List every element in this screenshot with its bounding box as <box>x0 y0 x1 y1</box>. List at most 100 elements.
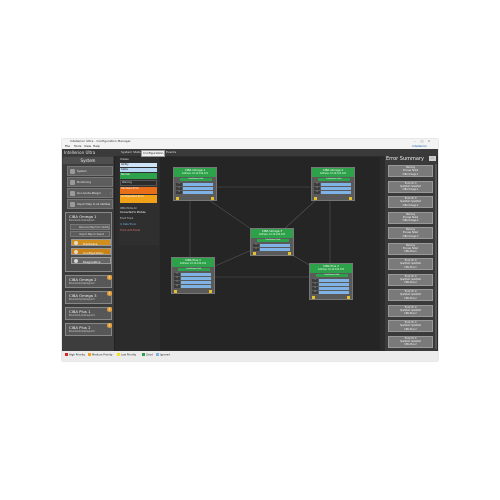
connector-left[interactable] <box>312 296 315 299</box>
port-value-bar <box>183 183 213 186</box>
hardware-icon <box>74 241 78 245</box>
error-card[interactable]: Trunk ID: 0 Spell/Set: Spell/Set CIBA Plus… <box>388 335 433 348</box>
device-tab-configuration[interactable]: Configuration <box>71 248 111 255</box>
device-ciba-omega-3[interactable]: CIBA Omega 3 Boarder3/Alpha/pin3 ! <box>65 291 112 304</box>
sidebar-item-go-live[interactable]: Go Live Re-Merger › <box>67 188 113 198</box>
device-path: Boarder2/Alpha/pin2 <box>69 282 95 285</box>
collapse-panel-button[interactable]: ‹› <box>429 156 436 161</box>
connector-right[interactable] <box>349 197 352 200</box>
error-card[interactable]: Trunk ID: 0 Spell/Set: Spell/Set CIBA Omeg… <box>388 196 433 208</box>
connector-left[interactable] <box>174 290 177 293</box>
connector-right[interactable] <box>211 197 214 200</box>
error-card-line: CIBA Plus 1 <box>404 265 417 269</box>
port-value-bar <box>321 187 351 190</box>
connector-left[interactable] <box>314 197 317 200</box>
device-path: Boarder1/Alpha/pin4 <box>69 314 95 317</box>
device-tab-diagnostics[interactable]: Diagnostics <box>71 257 111 264</box>
topology-canvas[interactable]: CIBA Omega 1 Address: 10.10.100.101 Inte… <box>160 157 380 350</box>
port-number: 1 <box>174 273 180 276</box>
error-card[interactable]: Warning Process Failed CIBA Plus 1 <box>388 242 433 255</box>
legend-cable: Cable <box>120 168 157 172</box>
node-mode: Intellerion Unit <box>257 239 289 242</box>
device-path: Boarder2/Alpha/pin5 <box>69 330 95 333</box>
port-value-bar <box>321 191 351 194</box>
connector-left[interactable] <box>253 252 256 255</box>
error-card[interactable]: Trunk ID: 0 Spell/Set: Spell/Set CIBA Omeg… <box>388 180 433 193</box>
sidebar-item-import-map[interactable]: Import Map to all Abilities <box>67 199 113 209</box>
node-mode: Intellerion Unit <box>178 268 210 271</box>
legend-note-front-trunk: Front Trunk <box>120 217 134 220</box>
alert-badge: ! <box>107 323 112 328</box>
sidebar-item-label: System <box>77 170 87 173</box>
error-card-line: CIBA Plus 2 <box>404 296 417 300</box>
legend-note-faults: Trunk with Faults <box>120 229 141 232</box>
port-value-bar <box>319 283 349 286</box>
import-map-select-button[interactable]: Import Map to Select <box>70 231 110 237</box>
connector-left[interactable] <box>176 197 179 200</box>
legend-note-connected: Connected to Module <box>120 211 146 214</box>
ignored-swatch <box>156 353 159 356</box>
configuration-label: Configuration <box>83 250 104 255</box>
sidebar-item-monitoring[interactable]: Monitoring <box>67 177 113 187</box>
port-number: 4 <box>174 285 180 288</box>
port-value-bar <box>183 191 213 194</box>
status-ignored: Ignored <box>156 353 170 357</box>
node-header: CIBA Omega 3 Address: 10.10.100.103 <box>251 229 293 238</box>
node-ciba-plus-2[interactable]: CIBA Plus 2 Address: 10.10.100.105 Intel… <box>309 263 353 300</box>
port-value-bar <box>181 273 211 276</box>
port-number: 1 <box>176 183 182 186</box>
error-card-line: CIBA Omega 1 <box>402 172 419 176</box>
status-label: Low Priority <box>121 353 137 357</box>
error-card[interactable]: Warning Process Failed CIBA Omega 3 <box>388 227 433 239</box>
error-card[interactable]: Trunk ID: 0 Spell/Set: Spell/Set CIBA Plus… <box>388 320 433 332</box>
remove-map-button[interactable]: Remove Map from Ability <box>70 224 110 230</box>
connector-right[interactable] <box>209 290 212 293</box>
legend-panel: Views Ability Cable Normal Warning Hardw… <box>119 157 159 245</box>
device-ciba-omega-1[interactable]: CIBA Omega 1 Boarder1/Alpha/pin1 Remove … <box>65 212 112 272</box>
sidebar: System System Monitoring Go Live Re-Merg… <box>62 156 115 351</box>
merge-icon <box>70 191 75 196</box>
error-card-line: CIBA Plus 1 <box>404 250 417 254</box>
legend-warning: Warning <box>120 180 157 186</box>
app-window: Intellerion Ultra - Configuration Manage… <box>62 139 438 361</box>
error-card-line: CIBA Omega 3 <box>402 234 419 238</box>
device-ciba-plus-1[interactable]: CIBA Plus 1 Boarder1/Alpha/pin4 ! <box>65 307 112 320</box>
tab-configuration[interactable]: Configuration <box>141 150 166 157</box>
error-list-scrollbar[interactable] <box>435 164 437 349</box>
status-high-priority: High Priority <box>65 353 85 357</box>
node-ciba-omega-1[interactable]: CIBA Omega 1 Address: 10.10.100.101 Inte… <box>173 167 217 201</box>
status-good: Good <box>142 353 153 357</box>
node-ciba-omega-2[interactable]: CIBA Omega 2 Address: 10.10.100.102 Inte… <box>311 167 355 201</box>
error-card-line: CIBA Plus 2 <box>404 327 417 331</box>
connector-right[interactable] <box>288 252 291 255</box>
port-value-bar <box>260 248 290 251</box>
device-ciba-omega-2[interactable]: CIBA Omega 2 Boarder2/Alpha/pin2 ! <box>65 275 112 288</box>
error-card[interactable]: Warning Process Failed CIBA Omega 1 <box>388 165 433 177</box>
port-value-bar <box>319 287 349 290</box>
alert-badge: ! <box>107 307 112 312</box>
legend-title: Views <box>120 157 129 161</box>
node-address: Address: 10.10.100.104 <box>179 262 207 265</box>
tab-events[interactable]: Events <box>165 150 177 155</box>
chevron-right-icon: › <box>109 191 111 195</box>
connector-right[interactable] <box>347 296 350 299</box>
port-number: 4 <box>312 291 318 294</box>
medium-priority-swatch <box>88 353 91 356</box>
port-value-bar <box>181 285 211 288</box>
port-value-bar <box>260 244 290 247</box>
sidebar-item-label: Monitoring <box>77 181 91 184</box>
error-card[interactable]: Trunk ID: 0 Spell/Set: Spell/Set CIBA Plus… <box>388 289 433 301</box>
monitor-icon <box>70 180 75 185</box>
error-card[interactable]: Warning Process Failed CIBA Omega 2 <box>388 211 433 224</box>
legend-normal: Normal <box>120 173 157 179</box>
node-ciba-omega-3[interactable]: CIBA Omega 3 Address: 10.10.100.103 Inte… <box>250 228 294 256</box>
error-card[interactable]: Trunk ID: 0 Spell/Set: Spell/Set CIBA Plus… <box>388 304 433 317</box>
status-label: Medium Priority <box>92 353 113 357</box>
error-card[interactable]: Trunk ID: 0 Spell/Set: Spell/Set CIBA Plus… <box>388 273 433 286</box>
error-card[interactable]: Trunk ID: 0 Spell/Set: Spell/Set CIBA Plus… <box>388 258 433 270</box>
sidebar-item-system[interactable]: System <box>67 166 113 176</box>
device-tab-hardware[interactable]: Hardware <box>71 239 111 246</box>
status-low-priority: Low Priority <box>117 353 136 357</box>
node-ciba-plus-1[interactable]: CIBA Plus 1 Address: 10.10.100.104 Intel… <box>171 257 215 294</box>
device-ciba-plus-2[interactable]: CIBA Plus 2 Boarder2/Alpha/pin5 ! <box>65 323 112 336</box>
